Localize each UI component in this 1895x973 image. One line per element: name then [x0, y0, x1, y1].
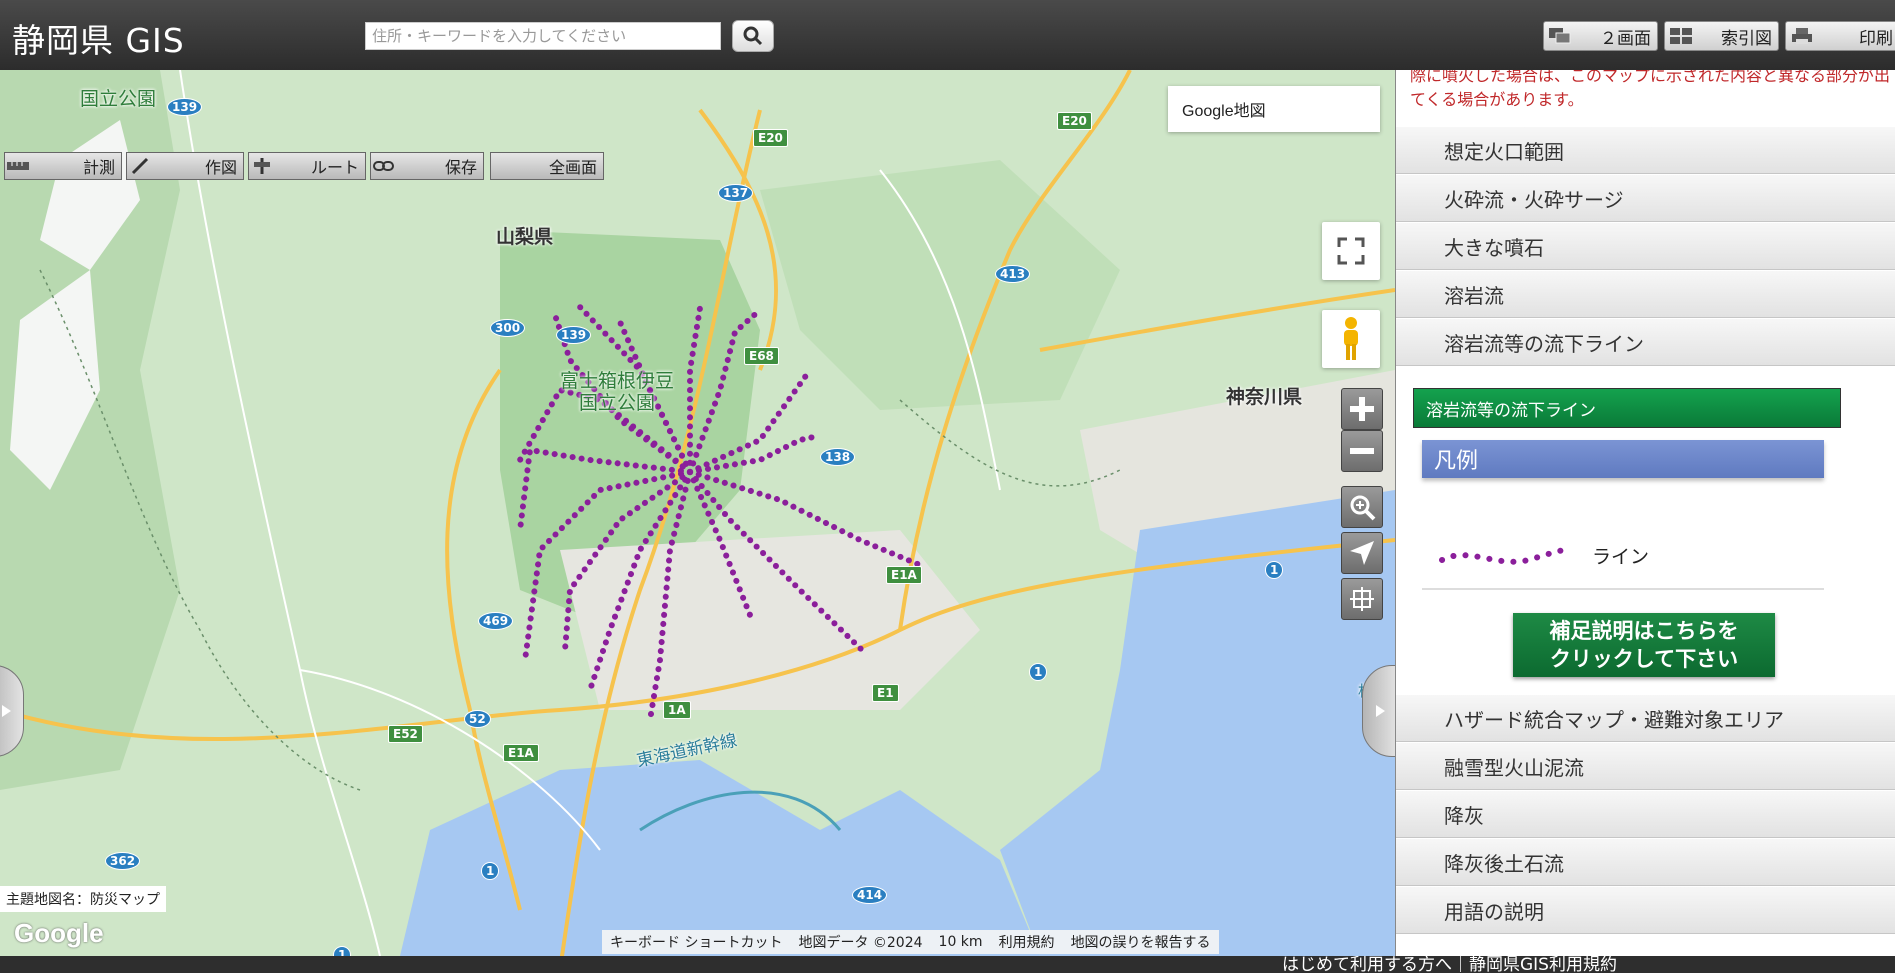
- zoom-tool-button[interactable]: [1341, 486, 1383, 528]
- header-bar: 静岡県 GIS ２画面 索引図 印刷: [0, 0, 1895, 71]
- map-attribution: キーボード ショートカット 地図データ ©2024 10 km 利用規約 地図の…: [602, 930, 1219, 954]
- index-map-button[interactable]: 索引図: [1664, 21, 1779, 51]
- ruler-icon: [5, 160, 31, 172]
- road-shield: E1A: [886, 566, 922, 584]
- active-layer-button[interactable]: 溶岩流等の流下ライン: [1413, 388, 1841, 428]
- road-shield: 52: [464, 710, 491, 728]
- grid-icon: [1350, 587, 1374, 611]
- road-shield: 138: [820, 448, 856, 466]
- legend-dotted-line-icon: [1439, 547, 1567, 565]
- road-shield: 137: [718, 184, 754, 202]
- two-screen-button[interactable]: ２画面: [1543, 21, 1658, 51]
- scale-bar: 10 km: [938, 934, 983, 950]
- footer-bar: はじめて利用する方へ｜静岡県GIS利用規約: [0, 956, 1895, 973]
- chevron-right-icon: [1376, 705, 1385, 717]
- road-shield: 139: [556, 326, 592, 344]
- right-panel-toggle[interactable]: [1362, 665, 1395, 757]
- legend-header: 凡例: [1422, 440, 1824, 478]
- route-tool-button[interactable]: ルート: [248, 152, 366, 180]
- menu-item-snowmelt-lahar[interactable]: 融雪型火山泥流: [1396, 742, 1895, 790]
- navigation-arrow-icon: [1350, 541, 1374, 565]
- print-button[interactable]: 印刷: [1785, 21, 1895, 51]
- draw-tool-button[interactable]: 作図: [126, 152, 244, 180]
- menu-item-crater-range[interactable]: 想定火口範囲: [1396, 126, 1895, 174]
- plus-icon: [1350, 397, 1374, 421]
- layer-panel: 際に噴火した場合は、このマップに示された内容と異なる部分が出てくる場合があります…: [1395, 70, 1895, 956]
- road-shield: E52: [388, 725, 423, 743]
- search-button[interactable]: [732, 20, 774, 52]
- legend-body: ライン: [1422, 478, 1824, 590]
- supplementary-info-button[interactable]: 補足説明はこちらを クリックして下さい: [1513, 613, 1775, 677]
- road-shield: E20: [1057, 112, 1092, 130]
- route-icon: [249, 156, 275, 176]
- menu-item-post-ash-debris-flow[interactable]: 降灰後土石流: [1396, 838, 1895, 886]
- road-shield: E68: [744, 347, 779, 365]
- lava-flow-lines: [517, 304, 923, 723]
- grid-tool-button[interactable]: [1341, 578, 1383, 620]
- road-shield: 413: [995, 265, 1031, 283]
- keyboard-shortcuts-link[interactable]: キーボード ショートカット: [602, 932, 790, 952]
- terms-link[interactable]: 利用規約: [991, 932, 1063, 952]
- link-icon: [371, 159, 397, 173]
- report-error-link[interactable]: 地図の誤りを報告する: [1063, 932, 1219, 952]
- notice-text: 際に噴火した場合は、このマップに示された内容と異なる部分が出てくる場合があります…: [1410, 70, 1891, 109]
- menu-item-lava-flow[interactable]: 溶岩流: [1396, 270, 1895, 318]
- map-type-selector[interactable]: Google地図: [1168, 86, 1380, 132]
- road-shield: E1A: [503, 744, 539, 762]
- footer-links[interactable]: はじめて利用する方へ｜静岡県GIS利用規約: [1282, 956, 1617, 973]
- zoom-in-button[interactable]: [1341, 388, 1383, 430]
- road-shield: 362: [105, 852, 141, 870]
- legend-line-label: ライン: [1592, 546, 1650, 568]
- menu-item-glossary[interactable]: 用語の説明: [1396, 886, 1895, 934]
- pencil-icon: [127, 156, 153, 176]
- search-icon: [743, 26, 763, 46]
- menu-item-hazard-map[interactable]: ハザード統合マップ・避難対象エリア: [1396, 694, 1895, 742]
- road-shield: E20: [753, 129, 788, 147]
- save-tool-button[interactable]: 保存: [370, 152, 484, 180]
- printer-icon: [1786, 22, 1818, 50]
- road-shield: 469: [478, 612, 514, 630]
- street-view-pegman[interactable]: [1322, 310, 1380, 368]
- two-screen-icon: [1544, 22, 1576, 50]
- pegman-icon: [1344, 317, 1358, 360]
- road-shield: 1A: [663, 701, 691, 719]
- fullscreen-tool-button[interactable]: 全画面: [490, 152, 604, 180]
- theme-map-label: 主題地図名：防災マップ: [0, 886, 166, 912]
- label-yamanashi: 山梨県: [496, 226, 554, 248]
- map-fullscreen-button[interactable]: [1322, 222, 1380, 280]
- menu-item-large-ballistics[interactable]: 大きな噴石: [1396, 222, 1895, 270]
- minus-icon: [1350, 448, 1374, 454]
- menu-item-ashfall[interactable]: 降灰: [1396, 790, 1895, 838]
- zoom-out-button[interactable]: [1341, 430, 1383, 472]
- road-shield: E1: [872, 684, 899, 702]
- menu-item-lava-flow-lines[interactable]: 溶岩流等の流下ライン: [1396, 318, 1895, 366]
- search-input[interactable]: [365, 22, 721, 50]
- road-shield: 139: [167, 98, 203, 116]
- menu-item-pyroclastic-flow[interactable]: 火砕流・火砕サージ: [1396, 174, 1895, 222]
- app-title: 静岡県 GIS: [12, 21, 185, 60]
- map-canvas[interactable]: 山梨県 神奈川県 富士箱根伊豆 国立公園 国立公園 東海道新幹線 相模 計測 作…: [0, 70, 1395, 956]
- google-logo: Google: [14, 918, 104, 948]
- label-kanagawa: 神奈川県: [1226, 386, 1303, 408]
- chevron-right-icon: [2, 705, 11, 717]
- road-shield: 300: [490, 319, 526, 337]
- map-data-credit: 地図データ ©2024: [798, 935, 923, 951]
- magnifier-plus-icon: [1350, 495, 1376, 521]
- measure-tool-button[interactable]: 計測: [4, 152, 122, 180]
- expand-icon: [1337, 237, 1365, 265]
- index-map-icon: [1665, 22, 1697, 50]
- label-park: 富士箱根伊豆 国立公園: [560, 370, 675, 414]
- road-shield: 414: [852, 886, 888, 904]
- current-location-button[interactable]: [1341, 532, 1383, 574]
- label-park-top: 国立公園: [80, 88, 157, 110]
